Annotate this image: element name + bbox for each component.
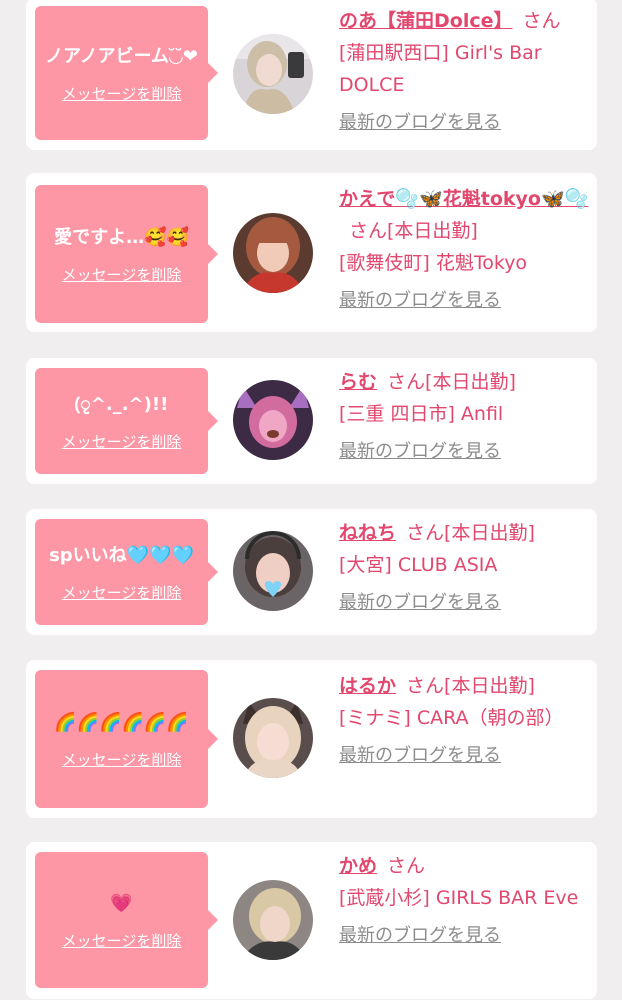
attendance-status: [本日出勤] [444,522,535,544]
shop-name: [武蔵小杉] GIRLS BAR Eve [339,887,579,909]
message-bubble: (ृ^._.^)!! メッセージを削除 [35,368,218,474]
avatar[interactable] [233,380,313,460]
sender-name-link[interactable]: のあ【蒲田Dolce】 [339,10,513,32]
delete-message-link[interactable]: メッセージを削除 [62,930,182,951]
avatar[interactable] [233,531,313,611]
delete-message-link[interactable]: メッセージを削除 [62,264,182,285]
delete-message-link[interactable]: メッセージを削除 [62,749,182,770]
honorific-label: さん [349,220,388,242]
message-bubble: ノアノアビーム◟̆◞̆❤︎ メッセージを削除 [35,6,218,140]
attendance-status: [本日出勤] [387,220,478,242]
honorific-label: さん [387,371,426,393]
message-text: ノアノアビーム◟̆◞̆❤︎ [45,45,198,67]
message-text: 愛ですよ…🥰🥰 [54,226,189,248]
avatar[interactable] [233,213,313,293]
shop-name: [歌舞伎町] 花魁Tokyo [339,252,528,274]
shop-name: [ミナミ] CARA（朝の部） [339,707,564,729]
sender-info: はるか さん[本日出勤] [ミナミ] CARA（朝の部） 最新のブログを見る [339,670,589,772]
message-bubble: 🌈🌈🌈🌈🌈🌈 メッセージを削除 [35,670,218,808]
sender-info: かえで🫧🦋花魁tokyo🦋🫧 さん[本日出勤] [歌舞伎町] 花魁Tokyo 最新… [339,183,589,317]
sender-name-link[interactable]: かえで🫧🦋花魁tokyo🦋🫧 [339,188,588,210]
sender-info: らむ さん[本日出勤] [三重 四日市] Anfil 最新のブログを見る [339,366,589,468]
sender-name-link[interactable]: はるか [339,675,396,697]
sender-name-link[interactable]: らむ [339,371,377,393]
message-card: (ृ^._.^)!! メッセージを削除 らむ さん[本日出勤] [三重 四日市] … [26,358,597,484]
latest-blog-link[interactable]: 最新のブログを見る [339,920,589,952]
message-card: 愛ですよ…🥰🥰 メッセージを削除 かえで🫧🦋花魁tokyo🦋🫧 さん[本日出勤] … [26,173,597,332]
sender-info: のあ【蒲田Dolce】 さん [蒲田駅西口] Girl's Bar DOLCE 最… [339,5,589,139]
honorific-label: さん [406,675,445,697]
message-bubble: 愛ですよ…🥰🥰 メッセージを削除 [35,185,218,323]
message-text: 💗 [110,892,133,914]
delete-message-link[interactable]: メッセージを削除 [62,83,182,104]
message-text: spいいね🩵🩵🩵 [49,544,194,566]
message-list: ノアノアビーム◟̆◞̆❤︎ メッセージを削除 のあ【蒲田Dolce】 さん [蒲田… [0,0,622,1000]
message-bubble: spいいね🩵🩵🩵 メッセージを削除 [35,519,218,625]
message-bubble: 💗 メッセージを削除 [35,852,218,988]
message-text: (ृ^._.^)!! [74,393,169,415]
avatar[interactable] [233,34,313,114]
honorific-label: さん [522,10,561,32]
message-card: 💗 メッセージを削除 かめ さん [武蔵小杉] GIRLS BAR Eve 最新の… [26,842,597,999]
shop-name: [大宮] CLUB ASIA [339,554,498,576]
shop-name: [蒲田駅西口] Girl's Bar DOLCE [339,42,542,96]
delete-message-link[interactable]: メッセージを削除 [62,582,182,603]
delete-message-link[interactable]: メッセージを削除 [62,431,182,452]
shop-name: [三重 四日市] Anfil [339,403,504,425]
avatar[interactable] [233,880,313,960]
message-card: 🌈🌈🌈🌈🌈🌈 メッセージを削除 はるか さん[本日出勤] [ミナミ] CARA（朝… [26,660,597,818]
attendance-status: [本日出勤] [444,675,535,697]
latest-blog-link[interactable]: 最新のブログを見る [339,285,589,317]
message-text: 🌈🌈🌈🌈🌈🌈 [54,711,189,733]
sender-name-link[interactable]: ねねち [339,522,396,544]
attendance-status: [本日出勤] [425,371,516,393]
sender-info: ねねち さん[本日出勤] [大宮] CLUB ASIA 最新のブログを見る [339,517,589,619]
honorific-label: さん [387,855,426,877]
latest-blog-link[interactable]: 最新のブログを見る [339,587,589,619]
latest-blog-link[interactable]: 最新のブログを見る [339,740,589,772]
sender-name-link[interactable]: かめ [339,855,377,877]
avatar[interactable] [233,698,313,778]
message-card: ノアノアビーム◟̆◞̆❤︎ メッセージを削除 のあ【蒲田Dolce】 さん [蒲田… [26,0,597,150]
honorific-label: さん [406,522,445,544]
latest-blog-link[interactable]: 最新のブログを見る [339,107,589,139]
message-card: spいいね🩵🩵🩵 メッセージを削除 ねねち さん[本日出勤] [大宮] CLUB … [26,509,597,635]
sender-info: かめ さん [武蔵小杉] GIRLS BAR Eve 最新のブログを見る [339,850,589,952]
latest-blog-link[interactable]: 最新のブログを見る [339,436,589,468]
